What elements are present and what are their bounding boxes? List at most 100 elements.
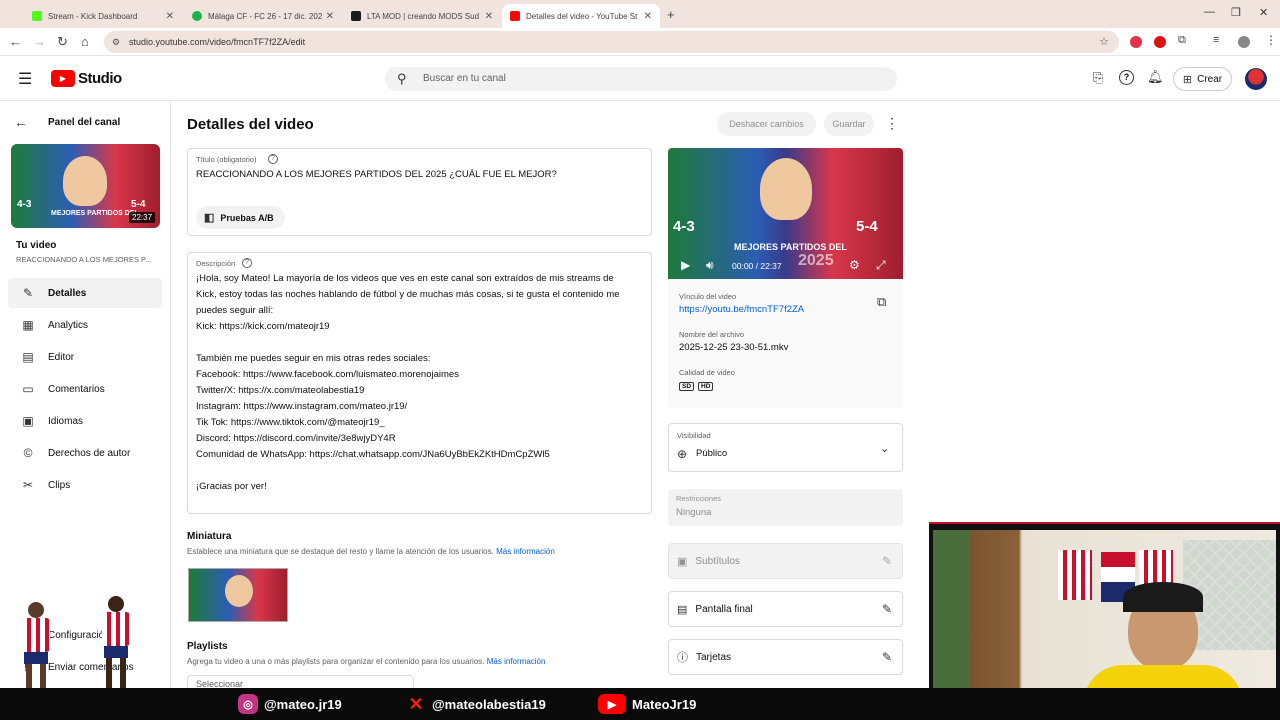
play-icon[interactable]: ▶ [681, 258, 690, 272]
pencil-icon[interactable]: ✎ [882, 650, 892, 664]
ab-test-icon: ◧ [204, 212, 215, 224]
visibility-select[interactable]: Visibilidad ⊕ Público ⌄ [668, 423, 903, 472]
close-icon[interactable]: ✕ [644, 11, 652, 22]
volume-icon[interactable]: 🔊︎ [706, 258, 714, 273]
home-icon[interactable]: ⌂ [81, 34, 89, 49]
more-vert-icon[interactable]: ⋮ [1265, 33, 1277, 47]
search-input[interactable]: ⚲ Buscar en tu canal [385, 67, 897, 91]
browser-tab-malaga[interactable]: Málaga CF - FC 26 - 17 dic. 202 ✕ [184, 4, 342, 28]
playlists-help: Agrega tu video a una o más playlists pa… [187, 657, 545, 666]
forward-icon[interactable]: → [33, 34, 46, 49]
back-to-dashboard[interactable]: ← Panel del canal [14, 114, 120, 130]
puzzle-icon[interactable]: ⧉ [1178, 34, 1186, 47]
minimize-icon[interactable]: — [1204, 6, 1215, 18]
overlay-player-figure-left [14, 602, 60, 692]
close-window-icon[interactable]: ✕ [1259, 6, 1268, 19]
cards-row[interactable]: ⓘ Tarjetas ✎ [668, 639, 903, 675]
info-icon: ⓘ [677, 652, 688, 664]
browser-tab-ltamod[interactable]: LTA MOD | creando MODS Sud ✕ [343, 4, 501, 28]
video-add-icon: ⊞ [1182, 73, 1193, 86]
browser-tab-kick[interactable]: Stream - Kick Dashboard ✕ [24, 4, 182, 28]
thumbnail-more-link[interactable]: Más información [496, 547, 555, 556]
opera-extension-icon[interactable] [1154, 36, 1166, 48]
sidebar-item-detalles[interactable]: ✎ Detalles [8, 278, 162, 308]
video-player[interactable]: 4-3 5-4 MEJORES PARTIDOS DEL 2025 ▶ 🔊︎ 0… [668, 148, 903, 279]
twitter-handle: ✕ @mateolabestia19 [406, 693, 545, 714]
video-link[interactable]: https://youtu.be/fmcnTF7f2ZA [679, 304, 804, 315]
extension-icon[interactable] [1130, 36, 1142, 48]
pencil-icon[interactable]: ✎ [882, 554, 892, 568]
playlists-more-link[interactable]: Más información [487, 657, 546, 666]
sidebar-item-comentarios[interactable]: ▭ Comentarios [8, 374, 162, 404]
restore-icon[interactable]: ❐ [1231, 6, 1241, 19]
notifications-icon[interactable]: 🔔︎ [1147, 69, 1164, 85]
your-video-title: REACCIONANDO A LOS MEJORES P... [16, 255, 152, 264]
title-label: Título (obligatorio) [196, 155, 257, 164]
sidebar-item-clips[interactable]: ✂ Clips [8, 470, 162, 500]
site-info-icon[interactable]: ⚙ [112, 31, 120, 53]
visibility-value: Público [696, 448, 728, 459]
browser-tab-studio[interactable]: Detalles del video - YouTube St ✕ [502, 4, 660, 28]
instagram-handle: ◎ @mateo.jr19 [238, 694, 342, 714]
bookmark-star-icon[interactable]: ☆ [1099, 31, 1109, 53]
sidebar-item-idiomas[interactable]: ▣ Idiomas [8, 406, 162, 436]
end-screen-row[interactable]: ▤ Pantalla final ✎ [668, 591, 903, 627]
save-button[interactable]: Guardar [824, 112, 874, 136]
scissors-icon: ✂ [22, 478, 34, 492]
more-vert-icon[interactable]: ⋮ [885, 115, 899, 132]
title-field[interactable]: Título (obligatorio) ? REACCIONANDO A LO… [187, 148, 652, 236]
chart-icon: ▦ [22, 318, 34, 332]
description-line: ¡Gracias por ver! [196, 481, 267, 492]
feedback-icon[interactable]: ⎘ [1093, 70, 1103, 86]
comment-icon: ▭ [22, 382, 34, 396]
thumbnail-heading: Miniatura [187, 531, 232, 542]
settings-gear-icon[interactable]: ⚙ [849, 258, 860, 272]
channel-avatar[interactable] [1245, 68, 1267, 90]
instagram-icon: ◎ [238, 694, 258, 714]
creator-face [760, 158, 812, 220]
description-line: Discord: https://discord.com/invite/3e8w… [196, 433, 396, 444]
playlist-icon[interactable]: ≡ [1213, 34, 1219, 46]
copy-icon[interactable]: ⧉ [877, 294, 886, 310]
description-line: Twitter/X: https://x.com/mateolabestia19 [196, 385, 365, 396]
create-button[interactable]: ⊞ Crear [1173, 67, 1232, 91]
sidebar-item-label: Derechos de autor [48, 447, 131, 459]
ab-test-button[interactable]: ◧ Pruebas A/B [196, 206, 285, 229]
help-icon[interactable]: ? [1119, 70, 1134, 85]
studio-logo[interactable]: ▶ Studio [51, 70, 122, 87]
time-display: 00:00 / 22:37 [732, 261, 782, 271]
new-tab-icon[interactable]: + [667, 7, 675, 22]
fullscreen-icon[interactable]: ⤢ [876, 258, 886, 273]
video-thumbnail[interactable]: 4-3 5-4 MEJORES PARTIDOS DEL 22:37 [11, 144, 160, 228]
description-field[interactable]: Descripción ? ¡Hola, soy Mateo! La mayor… [187, 252, 652, 514]
playlist-select[interactable]: Seleccionar [187, 675, 414, 689]
selected-thumbnail[interactable] [188, 568, 288, 622]
sidebar-item-editor[interactable]: ▤ Editor [8, 342, 162, 372]
close-icon[interactable]: ✕ [166, 11, 174, 22]
subtitles-row[interactable]: ▣ Subtítulos ✎ [668, 543, 903, 579]
description-line: ¡Hola, soy Mateo! La mayoría de los vide… [196, 273, 614, 284]
back-icon[interactable]: ← [9, 34, 22, 49]
thumb-banner: MEJORES PARTIDOS DEL [51, 210, 139, 217]
pencil-icon[interactable]: ✎ [882, 602, 892, 616]
close-icon[interactable]: ✕ [485, 11, 493, 22]
url-field[interactable]: ⚙ studio.youtube.com/video/fmcnTF7f2ZA/e… [104, 31, 1119, 53]
sd-badge: SD [679, 382, 695, 391]
help-icon[interactable]: ? [268, 154, 278, 164]
menu-icon[interactable]: ☰ [18, 69, 32, 89]
kick-icon [32, 11, 42, 21]
reload-icon[interactable]: ↻ [57, 34, 68, 50]
undo-changes-button[interactable]: Deshacer cambios [717, 112, 816, 136]
profile-avatar[interactable] [1238, 36, 1250, 48]
search-placeholder: Buscar en tu canal [423, 73, 506, 84]
sidebar-item-analytics[interactable]: ▦ Analytics [8, 310, 162, 340]
close-icon[interactable]: ✕ [326, 11, 334, 22]
x-icon: ✕ [408, 693, 424, 714]
chevron-down-icon: ⌄ [880, 443, 890, 455]
stream-social-bar: ◎ @mateo.jr19 ✕ @mateolabestia19 ▶ Mateo… [0, 688, 1280, 720]
help-icon[interactable]: ? [242, 258, 252, 268]
sidebar-item-derechos[interactable]: © Derechos de autor [8, 438, 162, 468]
preview-score-right: 5-4 [856, 218, 878, 235]
sidebar-item-label: Comentarios [48, 383, 105, 395]
playlists-help-text: Agrega tu video a una o más playlists pa… [187, 657, 485, 666]
